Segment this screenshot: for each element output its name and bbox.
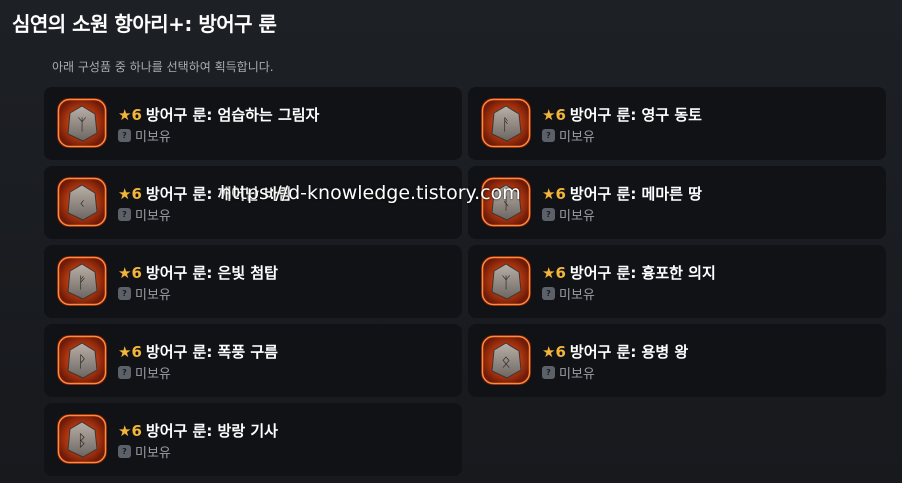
rune-grade: 6: [555, 343, 566, 361]
watermark-text: https://d-knowledge.tistory.com: [220, 182, 521, 204]
ownership-status-label: 미보유: [135, 367, 171, 382]
rune-option-title: ★6 방어구 룬: 영구 동토: [542, 104, 702, 125]
rune-glyph: ᚨ: [501, 115, 511, 134]
rune-grade: 6: [555, 264, 566, 282]
star-icon: ★: [542, 264, 556, 282]
rune-glyph: ᛟ: [501, 352, 511, 371]
rune-stone-icon: ᛉ: [480, 255, 532, 307]
rune-grade: 6: [131, 422, 142, 440]
rune-stone-icon: ᛉ: [56, 97, 108, 149]
rune-option-title: ★6 방어구 룬: 폭풍 구름: [118, 341, 278, 362]
rune-option-card[interactable]: ᚹ ★6 방어구 룬: 폭풍 구름 ? 미보유: [44, 324, 462, 397]
rune-stone-icon: ᛟ: [480, 334, 532, 386]
ownership-status: ? 미보유: [542, 126, 595, 145]
rune-option-card[interactable]: ᚨ ★6 방어구 룬: 영구 동토 ? 미보유: [468, 87, 886, 160]
page-title: 심연의 소원 항아리+: 방어구 룬: [12, 12, 277, 36]
rune-name: 방어구 룬: 용병 왕: [569, 343, 689, 361]
rune-stone-icon: ᚠ: [56, 255, 108, 307]
rune-glyph: ᛉ: [501, 273, 511, 292]
rune-stone-icon: ᛒ: [56, 413, 108, 465]
ownership-status: ? 미보유: [118, 442, 171, 461]
rune-option-title: ★6 방어구 룬: 은빛 첨탑: [118, 262, 278, 283]
rune-glyph: ᚠ: [77, 273, 87, 292]
rune-stone-icon: ᚨ: [480, 97, 532, 149]
ownership-status-label: 미보유: [135, 446, 171, 461]
not-owned-icon: ?: [118, 445, 131, 458]
rune-option-title: ★6 방어구 룬: 방랑 기사: [118, 420, 278, 441]
rune-grade: 6: [131, 264, 142, 282]
not-owned-icon: ?: [118, 208, 131, 221]
rune-option-card[interactable]: ᛟ ★6 방어구 룬: 용병 왕 ? 미보유: [468, 324, 886, 397]
rune-grade: 6: [555, 185, 566, 203]
not-owned-icon: ?: [542, 129, 555, 142]
rune-option-card[interactable]: ᛉ ★6 방어구 룬: 흉포한 의지 ? 미보유: [468, 245, 886, 318]
not-owned-icon: ?: [542, 208, 555, 221]
not-owned-icon: ?: [542, 287, 555, 300]
rune-option-card[interactable]: ᛉ ★6 방어구 룬: 엄습하는 그림자 ? 미보유: [44, 87, 462, 160]
ownership-status: ? 미보유: [542, 205, 595, 224]
star-icon: ★: [542, 106, 556, 124]
rune-name: 방어구 룬: 메마른 땅: [569, 185, 702, 203]
rune-name: 방어구 룬: 방랑 기사: [145, 422, 278, 440]
rune-name: 방어구 룬: 영구 동토: [569, 106, 702, 124]
rune-name: 방어구 룬: 폭풍 구름: [145, 343, 278, 361]
ownership-status: ? 미보유: [118, 205, 171, 224]
star-icon: ★: [542, 185, 556, 203]
ownership-status-label: 미보유: [559, 130, 595, 145]
not-owned-icon: ?: [118, 129, 131, 142]
star-icon: ★: [118, 264, 132, 282]
rune-option-title: ★6 방어구 룬: 흉포한 의지: [542, 262, 716, 283]
ownership-status-label: 미보유: [135, 288, 171, 303]
rune-grade: 6: [131, 106, 142, 124]
star-icon: ★: [542, 343, 556, 361]
rune-option-grid: ᛉ ★6 방어구 룬: 엄습하는 그림자 ? 미보유 ᚨ ★6 방어구 룬: 영…: [44, 87, 886, 476]
rune-grade: 6: [131, 185, 142, 203]
ownership-status: ? 미보유: [118, 284, 171, 303]
rune-name: 방어구 룬: 은빛 첨탑: [145, 264, 278, 282]
rune-glyph: ᛉ: [77, 115, 87, 134]
rune-glyph: ᚲ: [77, 194, 87, 213]
ownership-status-label: 미보유: [135, 130, 171, 145]
ownership-status: ? 미보유: [542, 284, 595, 303]
ownership-status: ? 미보유: [118, 363, 171, 382]
star-icon: ★: [118, 343, 132, 361]
star-icon: ★: [118, 106, 132, 124]
rune-name: 방어구 룬: 엄습하는 그림자: [145, 106, 320, 124]
rune-name: 방어구 룬: 흉포한 의지: [569, 264, 716, 282]
rune-grade: 6: [131, 343, 142, 361]
ownership-status-label: 미보유: [559, 367, 595, 382]
rune-option-title: ★6 방어구 룬: 메마른 땅: [542, 183, 702, 204]
ownership-status-label: 미보유: [559, 209, 595, 224]
ownership-status: ? 미보유: [542, 363, 595, 382]
rune-option-card[interactable]: ᚠ ★6 방어구 룬: 은빛 첨탑 ? 미보유: [44, 245, 462, 318]
star-icon: ★: [118, 422, 132, 440]
rune-glyph: ᚹ: [77, 352, 87, 371]
rune-option-card[interactable]: ᛒ ★6 방어구 룬: 방랑 기사 ? 미보유: [44, 403, 462, 476]
rune-stone-icon: ᚲ: [56, 176, 108, 228]
rune-glyph: ᛒ: [77, 431, 87, 450]
page-subtitle: 아래 구성품 중 하나를 선택하여 획득합니다.: [52, 60, 274, 74]
not-owned-icon: ?: [118, 287, 131, 300]
not-owned-icon: ?: [118, 366, 131, 379]
rune-option-card[interactable]: ᚾ ★6 방어구 룬: 메마른 땅 ? 미보유: [468, 166, 886, 239]
rune-stone-icon: ᚹ: [56, 334, 108, 386]
star-icon: ★: [118, 185, 132, 203]
ownership-status: ? 미보유: [118, 126, 171, 145]
rune-grade: 6: [555, 106, 566, 124]
ownership-status-label: 미보유: [135, 209, 171, 224]
rune-option-title: ★6 방어구 룬: 용병 왕: [542, 341, 688, 362]
not-owned-icon: ?: [542, 366, 555, 379]
rune-option-title: ★6 방어구 룬: 엄습하는 그림자: [118, 104, 319, 125]
ownership-status-label: 미보유: [559, 288, 595, 303]
